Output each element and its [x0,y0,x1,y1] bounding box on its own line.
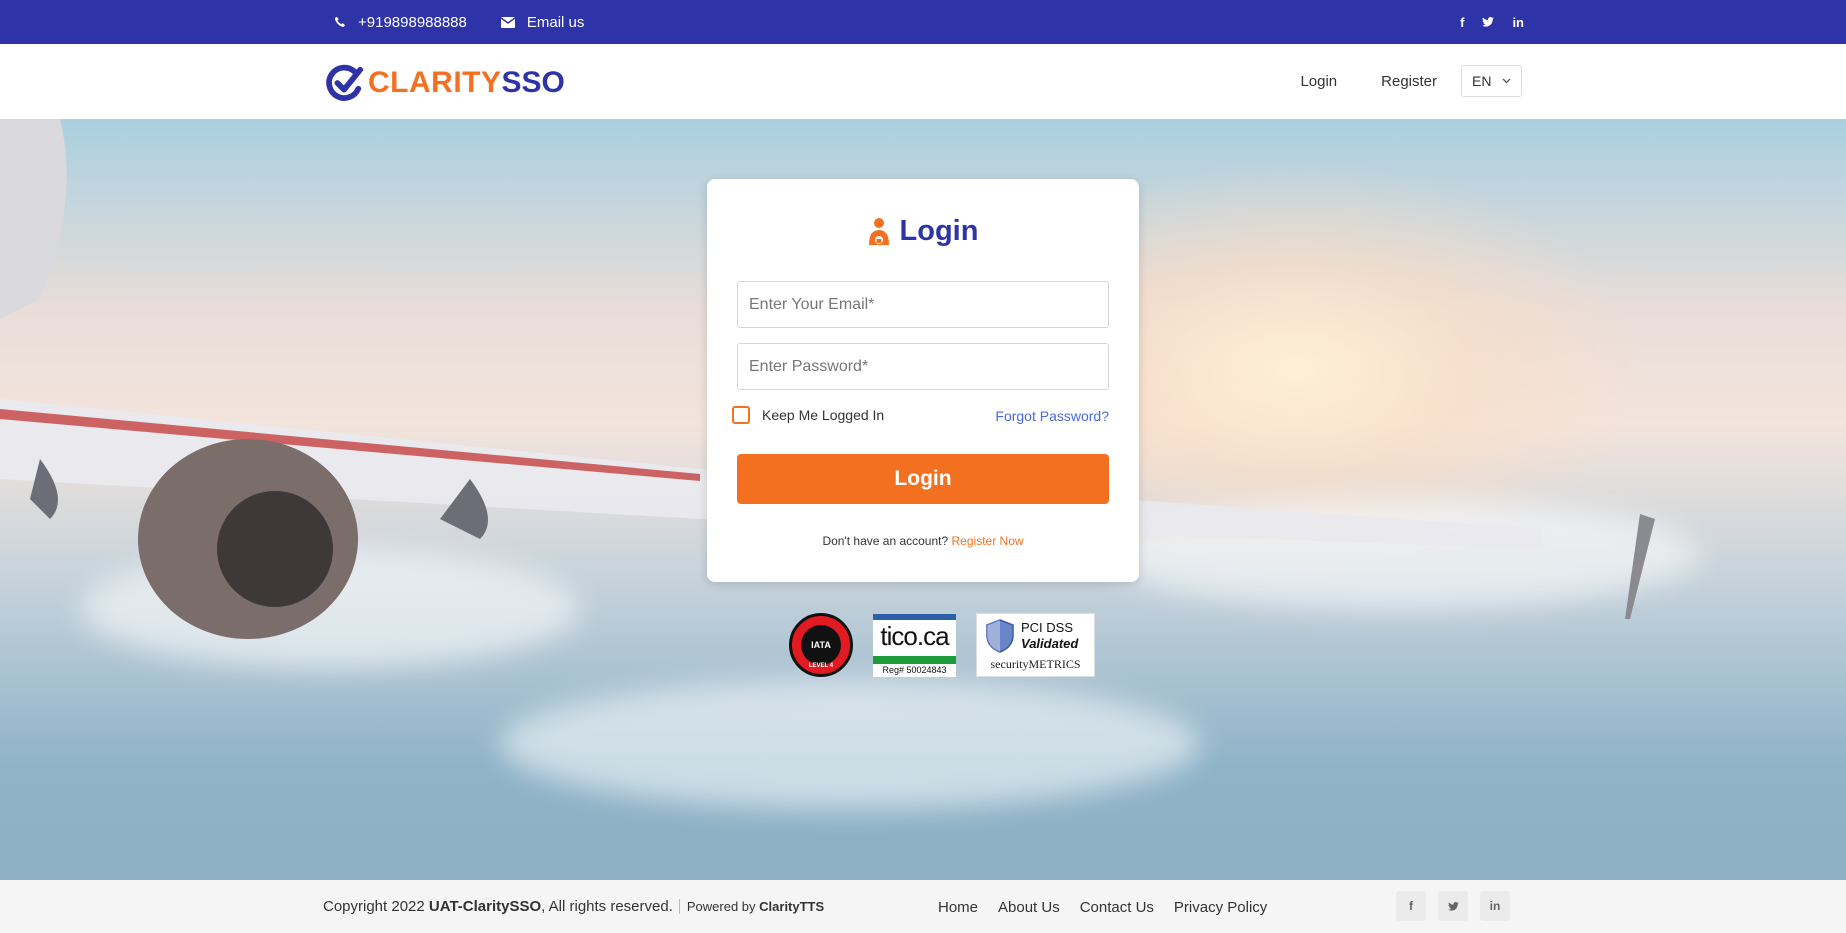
iata-level: LEVEL 4 [808,663,834,669]
remember-me[interactable]: Keep Me Logged In [732,406,884,424]
password-input[interactable] [737,343,1109,390]
forgot-password-link[interactable]: Forgot Password? [995,408,1109,424]
register-prompt: Don't have an account? Register Now [707,534,1139,548]
contact-info: +919898988888 Email us [334,0,618,44]
user-lock-icon [868,217,889,245]
facebook-icon[interactable]: f [1396,891,1426,921]
rights-text: , All rights reserved. [541,898,673,915]
footer-link-about[interactable]: About Us [998,899,1060,916]
twitter-icon[interactable] [1438,891,1468,921]
iata-label: IATA [801,625,841,665]
claritysso-logo[interactable]: CLARITY SSO [326,64,565,102]
footer-link-contact[interactable]: Contact Us [1080,899,1154,916]
pci-line3: securityMETRICS [990,657,1081,671]
linkedin-icon[interactable]: in [1512,15,1524,30]
email-label: Email us [526,13,585,31]
envelope-icon [500,16,515,28]
remember-checkbox[interactable] [732,406,750,424]
footer-links: Home About Us Contact Us Privacy Policy [938,899,1287,916]
site-name: UAT-ClaritySSO [428,898,542,915]
copyright-prefix: Copyright 2022 [323,898,425,915]
nav-register-link[interactable]: Register [1381,73,1437,90]
no-account-text: Don't have an account? [822,534,949,548]
login-card: Login Keep Me Logged In Forgot Password?… [707,179,1139,582]
phone-number: +919898988888 [358,13,467,31]
login-submit-button[interactable]: Login [737,454,1109,504]
footer-social-links: f in [1396,891,1522,921]
logo-text-clarity: CLARITY [368,66,502,99]
logo-text-sso: SSO [501,66,565,99]
footer-link-home[interactable]: Home [938,899,978,916]
phone-icon [334,16,346,27]
powered-by: Powered by ClarityTTS [678,899,825,914]
email-link[interactable]: Email us [500,13,585,31]
phone-link[interactable]: +919898988888 [334,14,467,31]
pci-badge: PCI DSS Validated securityMETRICS [976,613,1095,677]
tico-name: tico.ca [880,620,949,651]
footer-link-privacy[interactable]: Privacy Policy [1174,899,1267,916]
language-value: EN [1472,73,1492,89]
footer: Copyright 2022 UAT-ClaritySSO, All right… [0,880,1846,933]
facebook-icon[interactable]: f [1460,15,1464,30]
login-title: Login [707,215,1139,248]
trust-badges: IATA LEVEL 4 tico.ca Reg# 50024843 PCI D… [789,613,1095,677]
copyright: Copyright 2022 UAT-ClaritySSO, All right… [323,898,824,915]
language-select[interactable]: EN [1461,65,1522,97]
login-title-text: Login [899,215,979,247]
chevron-down-icon [1502,78,1511,84]
tico-reg: Reg# 50024843 [882,664,947,675]
email-input[interactable] [737,281,1109,328]
remember-label: Keep Me Logged In [762,407,885,423]
powered-name: ClarityTTS [759,899,825,914]
top-social-links: f in [1442,0,1524,44]
linkedin-icon[interactable]: in [1480,891,1510,921]
shield-icon [986,619,1014,653]
powered-prefix: Powered by [686,899,756,914]
top-contact-bar: +919898988888 Email us f in [0,0,1846,44]
header-nav: Login Register EN [1256,65,1522,97]
pci-line1: PCI DSS [1021,620,1074,635]
checkmark-logo-icon [326,64,364,101]
iata-badge: IATA LEVEL 4 [789,613,853,677]
register-now-link[interactable]: Register Now [952,534,1024,548]
nav-login-link[interactable]: Login [1300,73,1337,90]
tico-badge: tico.ca Reg# 50024843 [873,613,956,677]
main-header: CLARITY SSO Login Register EN [0,44,1846,119]
pci-line2: Validated [1021,636,1079,651]
twitter-icon[interactable] [1482,17,1495,27]
